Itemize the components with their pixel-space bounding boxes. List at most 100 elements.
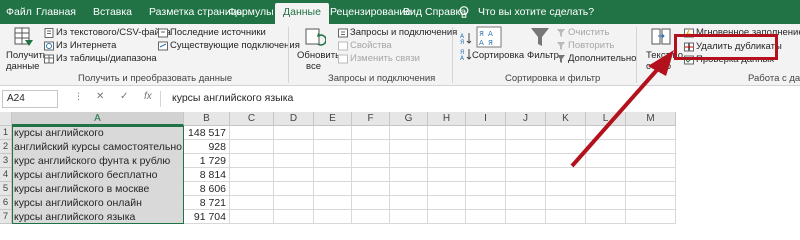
row-header[interactable]: 3 (0, 154, 12, 168)
cell-g4[interactable] (390, 168, 428, 182)
from-text-csv-button[interactable]: Из текстового/CSV-файла (56, 27, 171, 39)
cell-e2[interactable] (314, 140, 352, 154)
cell-h3[interactable] (428, 154, 466, 168)
cell-e1[interactable] (314, 126, 352, 140)
queries-connections-button[interactable]: Запросы и подключения (350, 27, 457, 39)
cell-c2[interactable] (230, 140, 274, 154)
cell-b2[interactable]: 928 (184, 140, 230, 154)
column-header-c[interactable]: C (230, 112, 274, 126)
cell-g3[interactable] (390, 154, 428, 168)
cell-j1[interactable] (506, 126, 546, 140)
column-header-j[interactable]: J (506, 112, 546, 126)
cell-c1[interactable] (230, 126, 274, 140)
cell-a6[interactable]: курсы английского онлайн (12, 196, 184, 210)
cell-f5[interactable] (352, 182, 390, 196)
column-header-i[interactable]: I (466, 112, 506, 126)
cell-d7[interactable] (274, 210, 314, 224)
cell-h1[interactable] (428, 126, 466, 140)
edit-links-button[interactable]: Изменить связи (350, 53, 420, 65)
column-header-m[interactable]: M (626, 112, 676, 126)
column-header-l[interactable]: L (586, 112, 626, 126)
tab-formulas[interactable]: Формулы (228, 4, 274, 24)
cell-g7[interactable] (390, 210, 428, 224)
cell-l5[interactable] (586, 182, 626, 196)
cell-d2[interactable] (274, 140, 314, 154)
column-header-f[interactable]: F (352, 112, 390, 126)
cell-l4[interactable] (586, 168, 626, 182)
cell-m3[interactable] (626, 154, 676, 168)
cell-c5[interactable] (230, 182, 274, 196)
cell-b3[interactable]: 1 729 (184, 154, 230, 168)
cell-b6[interactable]: 8 721 (184, 196, 230, 210)
column-header-b[interactable]: B (184, 112, 230, 126)
tab-file[interactable]: Файл (6, 4, 32, 24)
cell-i7[interactable] (466, 210, 506, 224)
tab-view[interactable]: Вид (403, 4, 422, 24)
tab-insert[interactable]: Вставка (93, 4, 132, 24)
cell-d3[interactable] (274, 154, 314, 168)
cell-d6[interactable] (274, 196, 314, 210)
cell-e3[interactable] (314, 154, 352, 168)
cell-a1[interactable]: курсы английского (12, 126, 184, 140)
cell-k6[interactable] (546, 196, 586, 210)
properties-button[interactable]: Свойства (350, 40, 392, 52)
cell-c4[interactable] (230, 168, 274, 182)
tab-data[interactable]: Данные (275, 3, 329, 24)
text-to-columns-button-label2[interactable]: столб (646, 61, 671, 73)
column-header-g[interactable]: G (390, 112, 428, 126)
cell-f1[interactable] (352, 126, 390, 140)
cell-f7[interactable] (352, 210, 390, 224)
cell-e4[interactable] (314, 168, 352, 182)
cell-h5[interactable] (428, 182, 466, 196)
cell-j5[interactable] (506, 182, 546, 196)
column-header-e[interactable]: E (314, 112, 352, 126)
cell-b7[interactable]: 91 704 (184, 210, 230, 224)
cell-h4[interactable] (428, 168, 466, 182)
cell-g2[interactable] (390, 140, 428, 154)
cell-c7[interactable] (230, 210, 274, 224)
cell-j3[interactable] (506, 154, 546, 168)
cell-l7[interactable] (586, 210, 626, 224)
cell-l3[interactable] (586, 154, 626, 168)
recent-sources-button[interactable]: Последние источники (170, 27, 266, 39)
cell-m4[interactable] (626, 168, 676, 182)
cell-l6[interactable] (586, 196, 626, 210)
cell-h6[interactable] (428, 196, 466, 210)
cell-m5[interactable] (626, 182, 676, 196)
cell-a5[interactable]: курсы английского в москве (12, 182, 184, 196)
formula-input[interactable]: курсы английского языка (172, 92, 293, 104)
enter-icon[interactable]: ✓ (120, 91, 128, 102)
cell-f2[interactable] (352, 140, 390, 154)
column-header-d[interactable]: D (274, 112, 314, 126)
cell-h7[interactable] (428, 210, 466, 224)
advanced-button[interactable]: Дополнительно (568, 53, 636, 65)
cell-h2[interactable] (428, 140, 466, 154)
cell-i1[interactable] (466, 126, 506, 140)
from-web-button[interactable]: Из Интернета (56, 40, 116, 52)
cell-b1[interactable]: 148 517 (184, 126, 230, 140)
cell-f4[interactable] (352, 168, 390, 182)
column-header-k[interactable]: K (546, 112, 586, 126)
row-header[interactable]: 7 (0, 210, 12, 224)
cell-j2[interactable] (506, 140, 546, 154)
tab-home[interactable]: Главная (36, 4, 76, 24)
cell-d5[interactable] (274, 182, 314, 196)
cell-m1[interactable] (626, 126, 676, 140)
cell-g6[interactable] (390, 196, 428, 210)
select-all-corner[interactable] (0, 112, 12, 126)
cell-g5[interactable] (390, 182, 428, 196)
refresh-all-button-label2[interactable]: все (306, 61, 321, 73)
cell-f3[interactable] (352, 154, 390, 168)
cell-i6[interactable] (466, 196, 506, 210)
cell-g1[interactable] (390, 126, 428, 140)
cell-k2[interactable] (546, 140, 586, 154)
cell-b4[interactable]: 8 814 (184, 168, 230, 182)
cell-e6[interactable] (314, 196, 352, 210)
cell-m7[interactable] (626, 210, 676, 224)
cell-b5[interactable]: 8 606 (184, 182, 230, 196)
cell-k4[interactable] (546, 168, 586, 182)
existing-connections-button[interactable]: Существующие подключения (170, 40, 300, 52)
tab-review[interactable]: Рецензирование (330, 4, 411, 24)
row-header[interactable]: 4 (0, 168, 12, 182)
cell-i2[interactable] (466, 140, 506, 154)
